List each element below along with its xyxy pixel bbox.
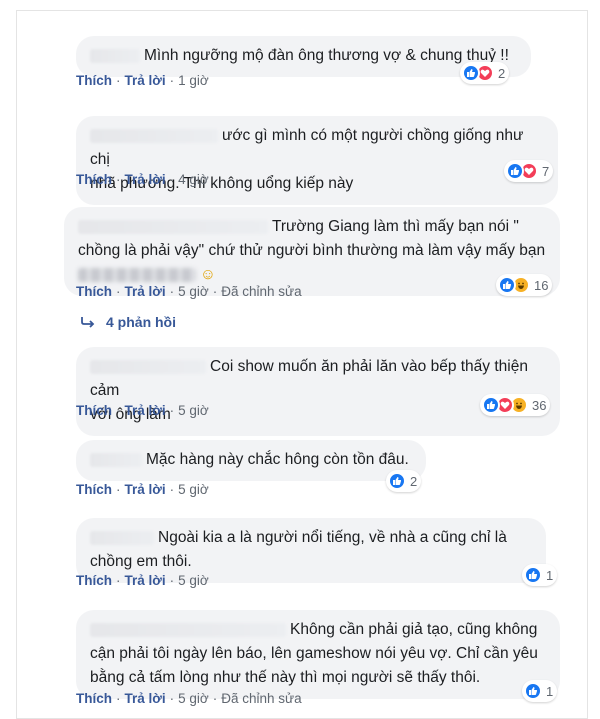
edited-label: Đã chỉnh sửa <box>221 284 302 299</box>
comment-bubble: Coi show muốn ăn phải lăn vào bếp thấy t… <box>76 347 560 436</box>
reaction-count: 2 <box>410 473 418 489</box>
reactions-badge[interactable]: 1 <box>522 680 558 702</box>
comment-bubble: Không cần phải giả tạo, cũng không cận p… <box>76 610 560 699</box>
comment-3: Trường Giang làm thì mấy bạn nói " chồng… <box>64 207 560 296</box>
reactions-badge[interactable]: 2 <box>386 470 422 492</box>
like-reaction-icon <box>524 682 542 700</box>
reactions-badge[interactable]: 7 <box>504 160 554 182</box>
author-name-blurred <box>90 530 154 545</box>
comment-actions: Thích · Trả lời · 5 giờ · Đã chỉnh sửa <box>76 691 302 706</box>
reply-link[interactable]: Trả lời <box>125 573 166 588</box>
reaction-count: 36 <box>532 397 547 413</box>
comment-actions: Thích · Trả lời · 5 giờ <box>76 573 209 588</box>
smile-emoji-icon: ☺ <box>200 266 216 283</box>
like-reaction-icon <box>524 566 542 584</box>
reaction-count: 7 <box>542 163 550 179</box>
comment-text: Mình ngưỡng mộ đàn ông thương vợ & chung… <box>144 47 509 64</box>
timestamp[interactable]: 4 giờ <box>178 172 209 187</box>
comment-bubble: Trường Giang làm thì mấy bạn nói " chồng… <box>64 207 560 296</box>
comment-actions: Thích · Trả lời · 5 giờ <box>76 482 209 497</box>
author-name-blurred <box>90 48 140 63</box>
author-name-blurred <box>90 128 218 143</box>
reaction-count: 1 <box>546 683 554 699</box>
author-name-blurred <box>78 219 268 234</box>
reply-link[interactable]: Trả lời <box>125 73 166 88</box>
reactions-badge[interactable]: 16 <box>496 274 553 296</box>
like-link[interactable]: Thích <box>76 284 112 299</box>
timestamp[interactable]: 5 giờ <box>178 482 209 497</box>
like-reaction-icon <box>498 276 516 294</box>
reply-link[interactable]: Trả lời <box>125 482 166 497</box>
comment-actions: Thích · Trả lời · 1 giờ <box>76 73 209 88</box>
reply-link[interactable]: Trả lời <box>125 284 166 299</box>
reaction-count: 2 <box>498 65 506 81</box>
author-name-blurred <box>90 452 142 467</box>
reaction-count: 16 <box>534 277 549 293</box>
comment-bubble: ước gì mình có một người chồng giống như… <box>76 116 558 205</box>
comment-text: chồng là phải vậy" chứ thử người bình th… <box>78 242 546 259</box>
blurred-text <box>78 267 196 282</box>
view-replies-link[interactable]: 4 phản hồi <box>80 314 176 330</box>
comment-text: chồng em thôi. <box>90 553 192 570</box>
like-reaction-icon <box>506 162 524 180</box>
like-link[interactable]: Thích <box>76 573 112 588</box>
timestamp[interactable]: 5 giờ <box>178 403 209 418</box>
comment-actions: Thích · Trả lời · 5 giờ · Đã chỉnh sửa <box>76 284 302 299</box>
reply-link[interactable]: Trả lời <box>125 403 166 418</box>
reply-link[interactable]: Trả lời <box>125 172 166 187</box>
comment-actions: Thích · Trả lời · 5 giờ <box>76 403 209 418</box>
reactions-badge[interactable]: 36 <box>480 394 551 416</box>
reply-link[interactable]: Trả lời <box>125 691 166 706</box>
comment-2: ước gì mình có một người chồng giống như… <box>76 116 558 205</box>
reactions-badge[interactable]: 1 <box>522 564 558 586</box>
like-link[interactable]: Thích <box>76 73 112 88</box>
author-name-blurred <box>90 359 206 374</box>
comment-text: Ngoài kia a là người nổi tiếng, về nhà a… <box>158 529 507 546</box>
reply-arrow-icon <box>81 317 95 328</box>
edited-label: Đã chỉnh sửa <box>221 691 302 706</box>
timestamp[interactable]: 5 giờ <box>178 573 209 588</box>
like-link[interactable]: Thích <box>76 482 112 497</box>
like-link[interactable]: Thích <box>76 403 112 418</box>
reaction-count: 1 <box>546 567 554 583</box>
timestamp[interactable]: 1 giờ <box>178 73 209 88</box>
reactions-badge[interactable]: 2 <box>460 62 510 84</box>
timestamp[interactable]: 5 giờ <box>178 691 209 706</box>
comment-actions: Thích · Trả lời · 4 giờ <box>76 172 209 187</box>
like-link[interactable]: Thích <box>76 691 112 706</box>
comment-4: Coi show muốn ăn phải lăn vào bếp thấy t… <box>76 347 560 436</box>
comment-text: Mặc hàng này chắc hông còn tồn đâu. <box>146 451 409 468</box>
like-reaction-icon <box>482 396 500 414</box>
timestamp[interactable]: 5 giờ <box>178 284 209 299</box>
comment-text: cận phải tôi ngày lên báo, lên gameshow … <box>90 645 538 662</box>
replies-count-label: 4 phản hồi <box>106 314 176 330</box>
comment-bubble: Mặc hàng này chắc hông còn tồn đâu. <box>76 440 426 481</box>
author-name-blurred <box>90 622 286 637</box>
comment-text: Trường Giang làm thì mấy bạn nói " <box>272 218 519 235</box>
comment-5: Mặc hàng này chắc hông còn tồn đâu. <box>76 440 426 481</box>
like-reaction-icon <box>462 64 480 82</box>
comment-text: Không cần phải giả tạo, cũng không <box>290 621 538 638</box>
like-reaction-icon <box>388 472 406 490</box>
like-link[interactable]: Thích <box>76 172 112 187</box>
comment-7: Không cần phải giả tạo, cũng không cận p… <box>76 610 560 699</box>
comment-text: bằng cả tấm lòng như thế này thì mọi ngư… <box>90 669 481 686</box>
